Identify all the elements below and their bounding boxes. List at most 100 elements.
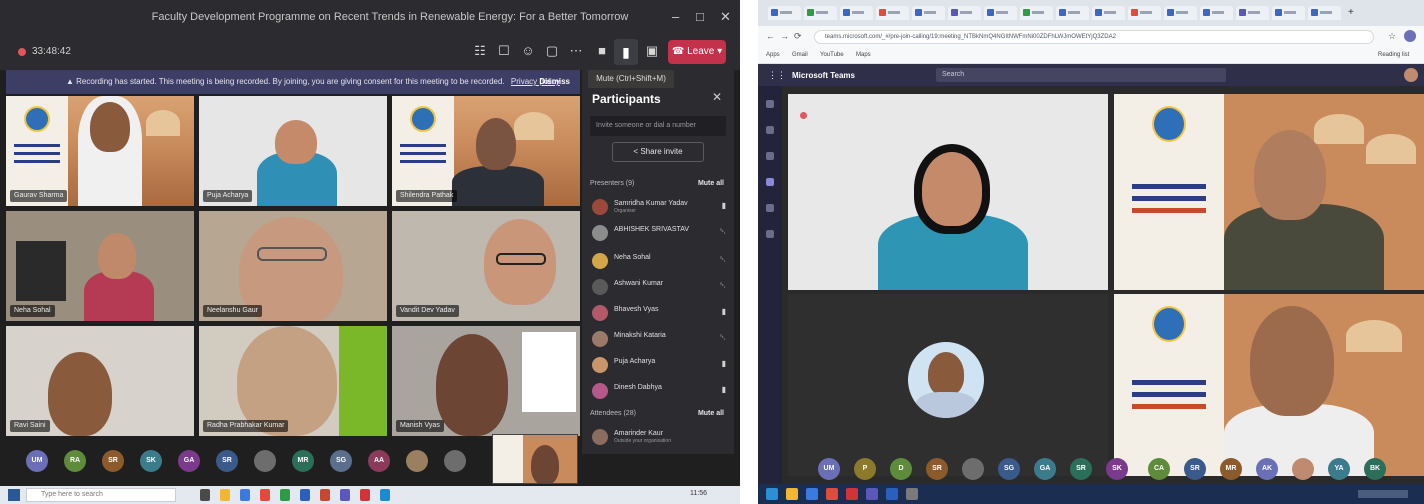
avatar[interactable]: SR — [926, 458, 948, 480]
video-tile[interactable] — [1114, 94, 1424, 290]
star-icon[interactable]: ☆ — [1388, 31, 1396, 42]
browser-tab[interactable] — [1020, 6, 1053, 20]
invite-input[interactable]: Invite someone or dial a number — [590, 116, 726, 136]
back-icon[interactable]: ← — [766, 31, 775, 41]
user-avatar[interactable] — [1404, 68, 1418, 82]
participant-row[interactable]: Ashwani Kumar ␡ — [590, 278, 728, 296]
acrobat-icon[interactable] — [360, 489, 370, 501]
share-invite-button[interactable]: < Share invite — [612, 142, 704, 162]
avatar[interactable]: D — [890, 458, 912, 480]
activity-icon[interactable] — [766, 100, 774, 108]
more-actions-icon[interactable]: ⋯ — [566, 43, 586, 61]
avatar[interactable] — [254, 450, 276, 472]
close-icon[interactable]: ✕ — [712, 90, 722, 104]
file-explorer-icon[interactable] — [220, 489, 230, 501]
mute-all-attendees-button[interactable]: Mute all — [698, 410, 724, 417]
calls-icon[interactable] — [766, 204, 774, 212]
bookmark-apps[interactable]: Apps — [766, 52, 780, 58]
browser-tab[interactable] — [768, 6, 801, 20]
video-tile[interactable]: Manish Vyas — [392, 326, 580, 436]
excel-icon[interactable] — [280, 489, 290, 501]
powerpoint-icon[interactable] — [320, 489, 330, 501]
avatar[interactable] — [962, 458, 984, 480]
edge-icon[interactable] — [806, 488, 818, 500]
bookmark-gmail[interactable]: Gmail — [792, 52, 808, 58]
mute-all-button[interactable]: Mute all — [698, 180, 724, 187]
close-icon[interactable]: ✕ — [720, 9, 731, 25]
avatar[interactable] — [1292, 458, 1314, 480]
windows-start-icon[interactable] — [8, 489, 20, 501]
url-input[interactable]: teams.microsoft.com/_#/pre-join-calling/… — [814, 30, 1374, 44]
browser-tab[interactable] — [1164, 6, 1197, 20]
avatar[interactable]: SR — [1070, 458, 1092, 480]
word-icon[interactable] — [300, 489, 310, 501]
teams-icon[interactable] — [340, 489, 350, 501]
avatar[interactable]: CA — [1148, 458, 1170, 480]
settings-icon[interactable] — [906, 488, 918, 500]
browser-tab[interactable] — [840, 6, 873, 20]
avatar[interactable]: MR — [292, 450, 314, 472]
participant-row[interactable]: Neha Sohal ␡ — [590, 252, 728, 270]
leave-button[interactable]: ☎ Leave ▾ — [668, 40, 726, 64]
browser-tab[interactable] — [984, 6, 1017, 20]
calendar-icon[interactable] — [766, 178, 774, 186]
file-explorer-icon[interactable] — [786, 488, 798, 500]
teams-search-input[interactable]: Search — [936, 68, 1226, 82]
video-tile[interactable]: Ravi Saini — [6, 326, 194, 436]
rooms-icon[interactable]: ▢ — [542, 43, 562, 61]
dismiss-button[interactable]: Dismiss — [539, 70, 570, 94]
avatar[interactable]: SR — [216, 450, 238, 472]
video-tile[interactable]: Shilendra Pathak — [392, 96, 580, 206]
browser-tab[interactable] — [1236, 6, 1269, 20]
browser-tab[interactable] — [1200, 6, 1233, 20]
video-tile[interactable]: Gaurav Sharma — [6, 96, 194, 206]
video-tile[interactable]: Puja Acharya — [199, 96, 387, 206]
reload-icon[interactable]: ⟳ — [794, 31, 802, 42]
video-tile[interactable]: Radha Prabhakar Kumar — [199, 326, 387, 436]
browser-tab[interactable] — [1272, 6, 1305, 20]
video-tile[interactable] — [788, 94, 1108, 290]
avatar[interactable]: SR — [1184, 458, 1206, 480]
bookmark-maps[interactable]: Maps — [856, 52, 871, 58]
teams-icon[interactable] — [866, 488, 878, 500]
share-icon[interactable]: ▣ — [642, 43, 662, 61]
taskbar-search[interactable]: Type here to search — [26, 488, 176, 502]
chat-icon[interactable] — [766, 126, 774, 134]
app-launcher-icon[interactable]: ⋮⋮ — [768, 70, 786, 81]
avatar[interactable]: P — [854, 458, 876, 480]
reading-list[interactable]: Reading list — [1378, 52, 1409, 58]
profile-avatar[interactable] — [1404, 30, 1416, 42]
browser-tab[interactable] — [1308, 6, 1341, 20]
chrome-icon[interactable] — [826, 488, 838, 500]
windows-start-icon[interactable] — [766, 488, 778, 500]
maximize-icon[interactable]: □ — [696, 9, 704, 24]
self-view-tile[interactable] — [492, 434, 578, 484]
browser-tab[interactable] — [948, 6, 981, 20]
avatar[interactable]: GA — [178, 450, 200, 472]
camera-icon[interactable]: ■ — [592, 43, 612, 61]
files-icon[interactable] — [766, 230, 774, 238]
browser-tab[interactable] — [1056, 6, 1089, 20]
avatar[interactable]: UM — [818, 458, 840, 480]
browser-tab[interactable] — [876, 6, 909, 20]
task-view-icon[interactable] — [200, 489, 210, 501]
avatar[interactable]: SG — [998, 458, 1020, 480]
chrome-icon[interactable] — [260, 489, 270, 501]
avatar[interactable]: AA — [368, 450, 390, 472]
avatar[interactable]: SK — [140, 450, 162, 472]
avatar[interactable]: MR — [1220, 458, 1242, 480]
avatar[interactable]: UM — [26, 450, 48, 472]
minimize-icon[interactable]: – — [672, 9, 679, 24]
browser-tab[interactable] — [1092, 6, 1125, 20]
browser-tab[interactable] — [912, 6, 945, 20]
acrobat-icon[interactable] — [846, 488, 858, 500]
teams-icon[interactable] — [766, 152, 774, 160]
edge-icon[interactable] — [240, 489, 250, 501]
participant-row[interactable]: Bhavesh Vyas ▮ — [590, 304, 728, 322]
participant-row[interactable]: Amarinder Kaur Outside your organisation — [590, 428, 728, 446]
avatar[interactable]: BK — [1364, 458, 1386, 480]
avatar[interactable]: AK — [1256, 458, 1278, 480]
avatar[interactable]: YA — [1328, 458, 1350, 480]
outlook-icon[interactable] — [380, 489, 390, 501]
participant-row[interactable]: Samridha Kumar Yadav Organiser ▮ — [590, 198, 728, 216]
